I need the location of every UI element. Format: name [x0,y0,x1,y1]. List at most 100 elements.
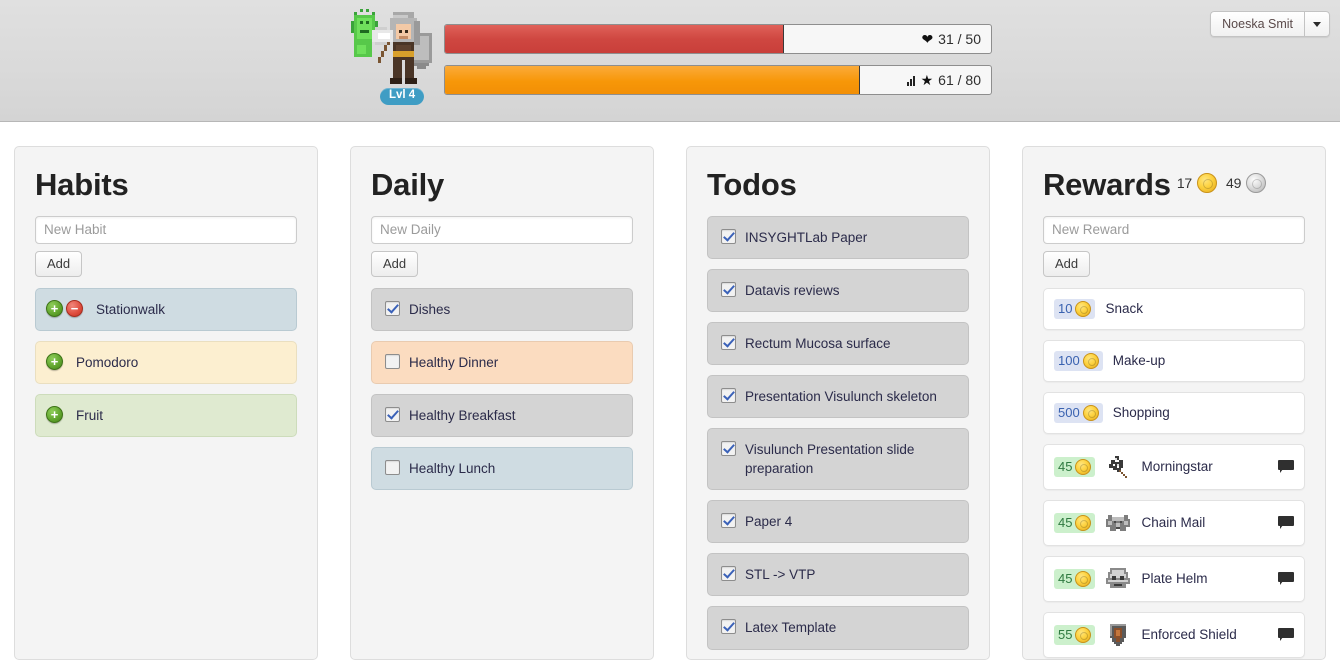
user-menu-caret-button[interactable] [1304,11,1330,37]
checkbox-checked-icon[interactable] [721,512,736,528]
habit-row[interactable]: + Pomodoro [35,340,297,384]
checkbox-unchecked-icon[interactable] [385,353,400,369]
todo-row[interactable]: INSYGHTLab Paper [707,215,969,259]
checkbox-checked-icon[interactable] [721,388,736,404]
daily-row-label: Healthy Breakfast [409,407,516,423]
silver-amount: 49 [1226,174,1242,191]
checkbox-checked-icon[interactable] [385,300,400,316]
checkbox-checked-icon[interactable] [721,619,736,635]
daily-row[interactable]: Healthy Dinner [371,340,633,384]
reward-cost-badge: 45 [1054,568,1096,589]
add-daily-button[interactable]: Add [371,250,419,277]
note-comment-icon[interactable] [1278,572,1294,586]
reward-row[interactable]: 45 Morningstar [1043,443,1305,490]
todo-row-label: Datavis reviews [745,282,840,298]
level-badge: Lvl 4 [380,88,425,105]
plate-helm-icon [1105,567,1131,591]
daily-title: Daily [371,167,445,202]
silver-coin-icon [1246,173,1267,193]
gold-coin-icon [1075,570,1092,587]
note-comment-icon[interactable] [1278,516,1294,530]
habit-plus-icon[interactable]: + [46,299,63,317]
todo-row-label: INSYGHTLab Paper [745,229,868,245]
daily-row[interactable]: Healthy Lunch [371,447,633,491]
signal-bars-icon [906,75,915,86]
habit-label: Pomodoro [76,354,139,370]
habit-row[interactable]: + Fruit [35,393,297,438]
habit-minus-icon[interactable]: − [66,299,83,317]
daily-row-label: Healthy Lunch [409,461,496,477]
experience-bar-fill [445,66,860,94]
reward-label: Shopping [1112,405,1170,421]
gold-coin-icon [1075,514,1092,531]
experience-value: 61 / 80 [938,72,981,88]
daily-row[interactable]: Healthy Breakfast [371,393,633,438]
reward-label: Make-up [1112,353,1166,369]
todo-row[interactable]: Visulunch Presentation slide preparation [707,428,969,490]
new-daily-input[interactable] [371,215,633,244]
reward-row[interactable]: 500 Shopping [1043,391,1305,434]
habit-row[interactable]: + − Stationwalk [35,287,297,331]
checkbox-checked-icon[interactable] [721,228,736,244]
reward-cost-value: 10 [1058,301,1073,317]
currency-totals: 17 49 [1177,173,1267,193]
reward-row[interactable]: 45 Plate Helm [1043,555,1305,602]
checkbox-checked-icon[interactable] [721,566,736,582]
add-habit-button[interactable]: Add [35,250,83,277]
reward-row[interactable]: 10 Snack [1043,287,1305,330]
new-reward-input[interactable] [1043,215,1305,244]
daily-row[interactable]: Dishes [371,287,633,331]
checkbox-checked-icon[interactable] [721,441,736,457]
column-habits: Habits Add +−Stationwalk+Pomodoro+Fruit [14,146,318,660]
reward-cost-value: 45 [1058,515,1073,531]
checkbox-checked-icon[interactable] [385,406,400,422]
todo-row[interactable]: STL -> VTP [707,553,969,597]
todo-row[interactable]: Paper 4 [707,499,969,544]
reward-label: Snack [1105,301,1143,317]
user-menu-name[interactable]: Noeska Smit [1210,11,1304,37]
heart-icon: ❤ [921,31,934,47]
reward-row[interactable]: 45 Chain Mail [1043,499,1305,546]
column-daily: Daily Add Dishes Healthy Dinner Healthy Br… [350,146,654,660]
gold-coin-icon [1075,300,1092,317]
habit-label: Fruit [76,407,103,423]
star-icon: ★ [920,72,934,88]
checkbox-checked-icon[interactable] [721,334,736,350]
reward-row[interactable]: 100 Make-up [1043,339,1305,382]
avatar[interactable]: Lvl 4 [348,6,440,112]
todo-row[interactable]: Latex Template [707,606,969,650]
habit-plus-icon[interactable]: + [46,405,63,423]
todo-row[interactable]: Rectum Mucosa surface [707,321,969,366]
reward-cost-value: 55 [1058,627,1073,643]
note-comment-icon[interactable] [1278,628,1294,642]
column-rewards: Rewards 17 49 Add 10 Snack 100 Make-up 500 Sh… [1022,146,1326,660]
checkbox-unchecked-icon[interactable] [385,460,400,476]
reward-label: Enforced Shield [1141,627,1237,643]
todo-row-label: Paper 4 [745,513,793,529]
todos-list: INSYGHTLab Paper Datavis reviews Rectum Mu… [707,215,969,660]
todo-row[interactable]: Presentation Visulunch skeleton [707,375,969,419]
chevron-down-icon [1313,21,1321,27]
todo-row[interactable]: Datavis reviews [707,268,969,312]
chain-mail-icon [1105,511,1131,535]
experience-bar: ★ 61 / 80 [444,65,992,95]
top-header-bar: Noeska Smit Lvl 4 ❤ 31 / 50 ★ 61 / 80 [0,0,1340,122]
add-reward-button[interactable]: Add [1043,250,1091,277]
column-todos: Todos INSYGHTLab Paper Datavis reviews Rec… [686,146,990,660]
gold-coin-icon [1082,404,1099,421]
gold-coin-icon [1075,458,1092,475]
reward-cost-badge: 55 [1054,624,1096,645]
todo-row-label: Rectum Mucosa surface [745,335,891,351]
reward-label: Morningstar [1141,459,1213,475]
habit-plus-icon[interactable]: + [46,352,63,370]
reward-cost-badge: 45 [1054,512,1096,533]
avatar-pixel-art [348,6,438,90]
reward-cost-value: 500 [1058,405,1080,421]
checkbox-checked-icon[interactable] [721,281,736,297]
reward-row[interactable]: 55 Enforced Shield [1043,611,1305,658]
reward-cost-badge: 45 [1054,456,1096,477]
note-comment-icon[interactable] [1278,460,1294,474]
new-habit-input[interactable] [35,215,297,244]
todo-row-label: Visulunch Presentation slide preparation [745,442,915,476]
user-menu[interactable]: Noeska Smit [1210,11,1330,37]
